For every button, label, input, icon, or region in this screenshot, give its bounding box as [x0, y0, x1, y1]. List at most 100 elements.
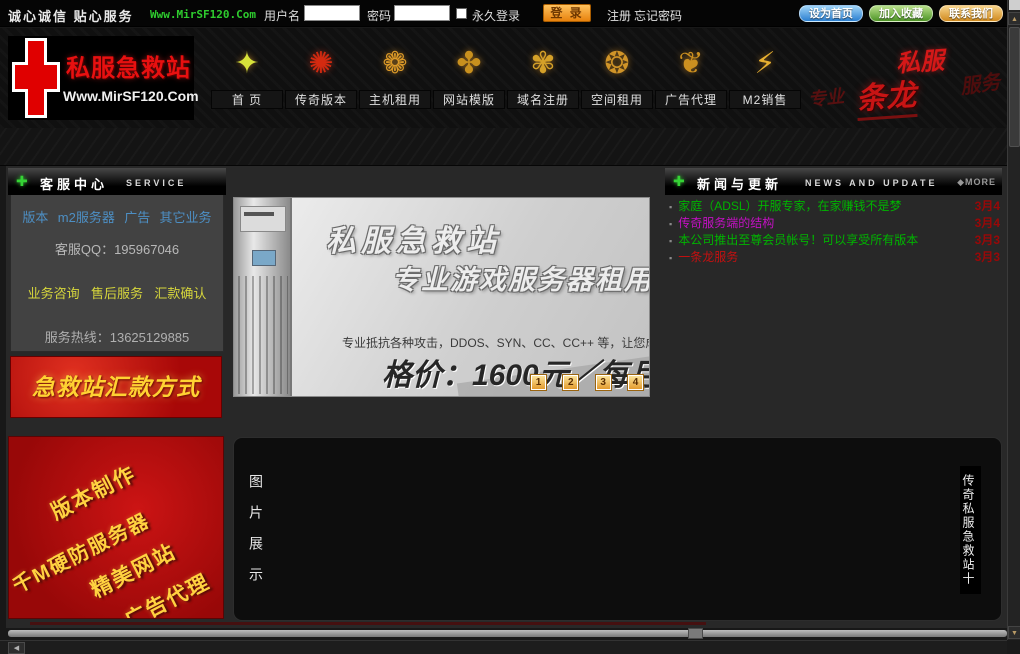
content-bottom-line	[30, 622, 706, 625]
add-favorite-button[interactable]: 加入收藏	[869, 5, 933, 22]
promo-text-line2: 条龙	[854, 70, 917, 121]
bullet-icon: ▪	[669, 236, 672, 246]
contact-us-button[interactable]: 联系我们	[939, 5, 1003, 22]
nav-label: 空间租用	[581, 90, 653, 109]
news-more-link[interactable]: ◆MORE	[957, 177, 996, 188]
bullet-icon: ▪	[669, 202, 672, 212]
nav-label: M2销售	[729, 90, 801, 109]
ad-agency-icon: ❦	[655, 38, 727, 90]
scrollbar-corner	[1007, 640, 1020, 654]
nav-item-domain-register[interactable]: ✾ 域名注册	[507, 38, 579, 116]
bullet-icon: ▪	[669, 253, 672, 263]
logo-url: Www.MirSF120.Com	[63, 88, 199, 104]
password-label: 密码	[367, 7, 391, 24]
payment-method-banner[interactable]: 急救站汇款方式	[10, 356, 222, 418]
site-header: 私服急救站 Www.MirSF120.Com ✦ 首 页 ✺ 传奇版本 ❁ 主机…	[0, 28, 1007, 128]
link-business-consult[interactable]: 业务咨询	[28, 286, 80, 301]
site-logo[interactable]: 私服急救站 Www.MirSF120.Com	[8, 36, 194, 120]
domain-register-icon: ✾	[507, 38, 579, 90]
login-button[interactable]: 登 录	[543, 4, 591, 22]
banner-pager: 1 2 3 4	[517, 374, 643, 390]
host-rental-icon: ❁	[359, 38, 431, 90]
logo-title: 私服急救站	[66, 48, 191, 83]
username-input[interactable]	[304, 5, 360, 21]
link-version[interactable]: 版本	[22, 210, 48, 225]
top-bar: 诚心诚信 贴心服务 Www.MirSF120.Com 用户名 密码 永久登录 登…	[0, 0, 1007, 27]
link-payment-confirm[interactable]: 汇款确认	[154, 286, 206, 301]
news-panel-header: ✚ 新闻与更新 NEWS AND UPDATE ◆MORE	[665, 168, 1002, 195]
service-qq-number: 客服QQ：195967046	[11, 239, 223, 258]
link-ads[interactable]: 广告	[124, 210, 150, 225]
password-input[interactable]	[394, 5, 450, 21]
pager-button-1[interactable]: 1	[531, 375, 546, 390]
nav-item-space-rental[interactable]: ❂ 空间租用	[581, 38, 653, 116]
remember-checkbox[interactable]	[456, 8, 467, 19]
news-item[interactable]: ▪ 一条龙服务 3月3	[665, 249, 1002, 266]
vertical-scrollbar-thumb[interactable]	[1009, 27, 1020, 147]
space-rental-icon: ❂	[581, 38, 653, 90]
news-item[interactable]: ▪ 本公司推出至尊会员帐号！可以享受所有版本 3月3	[665, 232, 1002, 249]
scrollbar-top-cap	[1009, 0, 1020, 10]
plus-icon: ✚	[673, 173, 685, 190]
server-tower-image	[234, 198, 292, 397]
news-link[interactable]: 传奇服务端的结构	[678, 216, 774, 230]
scroll-down-arrow-icon[interactable]: ▼	[1008, 626, 1020, 639]
link-m2-server[interactable]: m2服务器	[58, 210, 115, 225]
nav-item-site-template[interactable]: ✤ 网站模版	[433, 38, 505, 116]
red-cross-icon	[12, 38, 60, 118]
news-item[interactable]: ▪ 家庭（ADSL）开服专家，在家赚钱不是梦 3月4	[665, 198, 1002, 215]
news-title: 新闻与更新	[697, 174, 782, 193]
news-link[interactable]: 一条龙服务	[678, 250, 738, 264]
promo-text-faded-right: 服务	[958, 65, 1002, 99]
news-link[interactable]: 家庭（ADSL）开服专家，在家赚钱不是梦	[678, 199, 901, 213]
banner-subtitle: 专业游戏服务器租用	[392, 258, 650, 297]
service-hotline: 服务热线：13625129885	[11, 327, 223, 346]
news-date: 3月3	[975, 232, 1000, 248]
services-ad-banner[interactable]: 版本制作 千M硬防服务器 精美网站 广告代理	[8, 436, 224, 619]
pager-button-2[interactable]: 2	[563, 375, 578, 390]
register-link[interactable]: 注册	[607, 7, 631, 24]
nav-item-home[interactable]: ✦ 首 页	[211, 38, 283, 116]
nav-label: 首 页	[211, 90, 283, 109]
nav-item-ad-agency[interactable]: ❦ 广告代理	[655, 38, 727, 116]
news-date: 3月4	[975, 198, 1000, 214]
nav-label: 传奇版本	[285, 90, 357, 109]
service-subtitle: SERVICE	[126, 178, 186, 188]
site-template-icon: ✤	[433, 38, 505, 90]
news-date: 3月3	[975, 249, 1000, 265]
promo-text-faded-left: 专业	[807, 82, 846, 112]
site-url-link[interactable]: Www.MirSF120.Com	[150, 8, 256, 21]
vertical-scrollbar[interactable]: ▲ ▼	[1007, 0, 1020, 654]
username-label: 用户名	[264, 7, 300, 24]
link-after-sales[interactable]: 售后服务	[91, 286, 143, 301]
news-subtitle: NEWS AND UPDATE	[805, 178, 938, 188]
scroll-left-arrow-icon[interactable]: ◀	[8, 642, 25, 654]
forgot-password-link[interactable]: 忘记密码	[634, 7, 682, 24]
nav-item-m2-sales[interactable]: ⚡ M2销售	[729, 38, 801, 116]
main-banner[interactable]: 私服急救站 专业游戏服务器租用 专业抵抗各种攻击，DDOS、SYN、CC、CC+…	[233, 197, 650, 397]
link-other-business[interactable]: 其它业务	[160, 210, 212, 225]
nav-item-host-rental[interactable]: ❁ 主机租用	[359, 38, 431, 116]
gallery-side-strip[interactable]: 传奇私服急救站十	[960, 466, 981, 594]
pager-button-3[interactable]: 3	[596, 375, 611, 390]
banner-title: 私服急救站	[326, 216, 501, 260]
horizontal-scrollbar[interactable]: ◀	[0, 640, 1007, 654]
promo-graphic: 专业 私服 条龙 服务	[808, 42, 1004, 122]
slogan-text: 诚心诚信 贴心服务	[8, 6, 134, 25]
service-blue-links: 版本 m2服务器 广告 其它业务	[11, 207, 223, 226]
news-item[interactable]: ▪传奇服务端的结构 3月4	[665, 215, 1002, 232]
inner-scrollbar-thumb[interactable]	[688, 628, 703, 639]
nav-label: 域名注册	[507, 90, 579, 109]
bullet-icon: ▪	[669, 219, 672, 229]
gallery-vertical-label: 图片展示	[246, 474, 266, 598]
m2-sales-icon: ⚡	[729, 38, 801, 90]
banner-description: 专业抵抗各种攻击，DDOS、SYN、CC、CC++ 等，让您成功运营	[342, 334, 650, 351]
set-home-button[interactable]: 设为首页	[799, 5, 863, 22]
news-link[interactable]: 本公司推出至尊会员帐号！可以享受所有版本	[678, 233, 918, 247]
inner-horizontal-scrollbar[interactable]	[8, 630, 1007, 637]
pager-button-4[interactable]: 4	[628, 375, 643, 390]
legend-version-icon: ✺	[285, 38, 357, 90]
nav-item-legend-version[interactable]: ✺ 传奇版本	[285, 38, 357, 116]
service-title: 客服中心	[40, 174, 108, 193]
scroll-up-arrow-icon[interactable]: ▲	[1008, 12, 1020, 25]
